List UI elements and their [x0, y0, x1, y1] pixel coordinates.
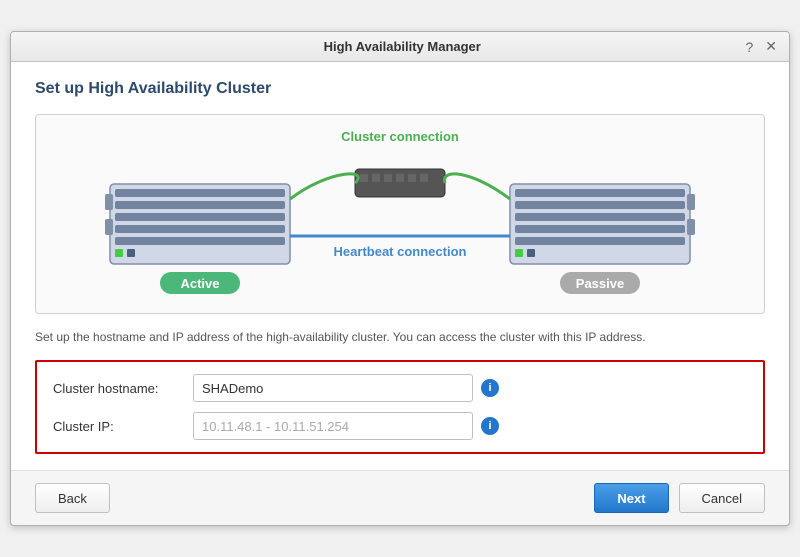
svg-text:Passive: Passive: [576, 276, 624, 291]
cancel-button[interactable]: Cancel: [679, 483, 765, 513]
ip-input[interactable]: [193, 412, 473, 440]
hostname-row: Cluster hostname: i: [53, 374, 747, 402]
hostname-label: Cluster hostname:: [53, 381, 193, 396]
description-text: Set up the hostname and IP address of th…: [35, 328, 765, 346]
help-button[interactable]: ?: [743, 38, 755, 55]
page-title: Set up High Availability Cluster: [35, 80, 765, 98]
window-title: High Availability Manager: [61, 39, 743, 54]
svg-text:Active: Active: [180, 276, 219, 291]
footer: Back Next Cancel: [11, 470, 789, 525]
window: High Availability Manager ? ✕ Set up Hig…: [10, 31, 790, 526]
ip-row: Cluster IP: i: [53, 412, 747, 440]
diagram-area: Cluster connection: [35, 114, 765, 314]
diagram-inner: Active Passive: [36, 155, 764, 313]
title-bar: High Availability Manager ? ✕: [11, 32, 789, 62]
cluster-connection-label: Cluster connection: [341, 129, 459, 144]
hostname-input-wrap: i: [193, 374, 747, 402]
ip-input-wrap: i: [193, 412, 747, 440]
window-body: Set up High Availability Cluster Cluster…: [11, 62, 789, 470]
svg-text:Heartbeat connection: Heartbeat connection: [334, 244, 467, 259]
footer-right: Next Cancel: [594, 483, 765, 513]
title-bar-controls: ? ✕: [743, 38, 779, 55]
hostname-info-icon[interactable]: i: [481, 379, 499, 397]
diagram-svg: Active Passive: [36, 164, 764, 304]
close-button[interactable]: ✕: [763, 38, 779, 55]
form-section: Cluster hostname: i Cluster IP: i: [35, 360, 765, 454]
ip-info-icon[interactable]: i: [481, 417, 499, 435]
ip-label: Cluster IP:: [53, 419, 193, 434]
back-button[interactable]: Back: [35, 483, 110, 513]
hostname-input[interactable]: [193, 374, 473, 402]
next-button[interactable]: Next: [594, 483, 668, 513]
